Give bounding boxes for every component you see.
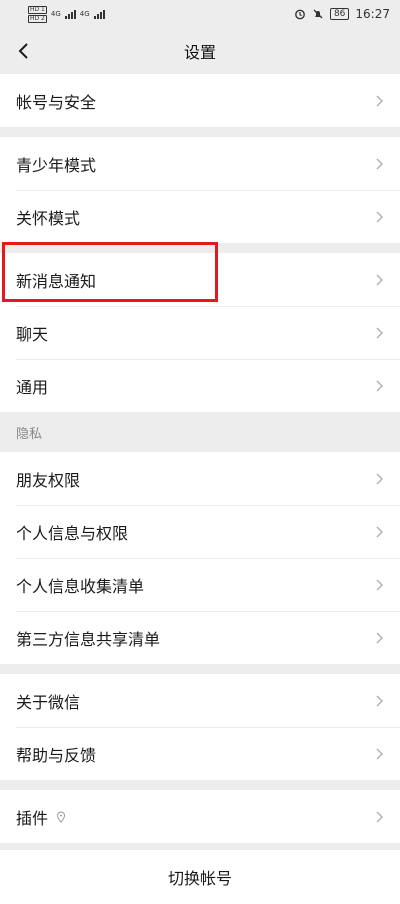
row-label: 第三方信息共享清单	[16, 629, 161, 649]
row-help-feedback[interactable]: 帮助与反馈	[0, 727, 400, 780]
location-pin-icon	[57, 811, 66, 823]
row-label: 个人信息收集清单	[16, 576, 145, 596]
about-group: 关于微信 帮助与反馈	[0, 674, 400, 780]
row-label: 插件	[16, 808, 49, 828]
row-label: 个人信息与权限	[16, 523, 129, 543]
nav-bar: 设置	[0, 28, 400, 74]
chevron-right-icon	[376, 472, 384, 485]
net1-label: 4G	[50, 10, 61, 18]
switch-account-button[interactable]: 切换帐号	[0, 850, 400, 904]
chevron-right-icon	[376, 157, 384, 170]
row-left: 插件	[16, 805, 66, 829]
row-label: 关怀模式	[16, 208, 81, 228]
sim-indicators: HD 1 HD 2	[28, 5, 47, 23]
chevron-right-icon	[376, 694, 384, 707]
status-bar: HD 1 HD 2 4G 4G 86 16:27	[0, 0, 400, 28]
alarm-icon	[295, 9, 305, 20]
row-label: 关于微信	[16, 692, 81, 712]
chevron-right-icon	[376, 326, 384, 339]
back-arrow-icon	[18, 43, 28, 59]
chevron-right-icon	[376, 578, 384, 591]
row-chat[interactable]: 聊天	[0, 306, 400, 359]
row-label: 青少年模式	[16, 155, 97, 175]
switch-account-label: 切换帐号	[167, 869, 232, 888]
row-friend-permissions[interactable]: 朋友权限	[0, 452, 400, 505]
chevron-right-icon	[376, 379, 384, 392]
row-personal-info-list[interactable]: 个人信息收集清单	[0, 558, 400, 611]
row-label: 聊天	[16, 324, 49, 344]
row-label: 帐号与安全	[16, 92, 97, 112]
row-label: 朋友权限	[16, 470, 81, 490]
net2-label: 4G	[79, 10, 90, 18]
row-care-mode[interactable]: 关怀模式	[0, 190, 400, 243]
account-group: 帐号与安全	[0, 74, 400, 127]
sim2-icon: HD 2	[28, 14, 47, 23]
signal2-icon	[93, 9, 105, 19]
row-account-security[interactable]: 帐号与安全	[0, 74, 400, 127]
row-teen-mode[interactable]: 青少年模式	[0, 137, 400, 190]
signal1-icon	[64, 9, 76, 19]
row-label: 帮助与反馈	[16, 745, 97, 765]
chevron-right-icon	[376, 810, 384, 823]
row-about-wechat[interactable]: 关于微信	[0, 674, 400, 727]
back-button[interactable]	[8, 36, 38, 66]
clock: 16:27	[355, 7, 390, 21]
chevron-right-icon	[376, 94, 384, 107]
page-title: 设置	[183, 43, 216, 62]
row-personal-info-permissions[interactable]: 个人信息与权限	[0, 505, 400, 558]
row-plugins[interactable]: 插件	[0, 790, 400, 843]
row-general[interactable]: 通用	[0, 359, 400, 412]
row-new-message-notification[interactable]: 新消息通知	[0, 253, 400, 306]
chevron-right-icon	[376, 631, 384, 644]
general-group: 新消息通知 聊天 通用	[0, 253, 400, 412]
status-left: HD 1 HD 2 4G 4G	[28, 5, 105, 23]
status-right: 86 16:27	[294, 7, 390, 21]
privacy-section-header: 隐私	[16, 426, 43, 442]
chevron-right-icon	[376, 273, 384, 286]
chevron-right-icon	[376, 525, 384, 538]
mode-group: 青少年模式 关怀模式	[0, 137, 400, 243]
chevron-right-icon	[376, 210, 384, 223]
chevron-right-icon	[376, 747, 384, 760]
privacy-group: 朋友权限 个人信息与权限 个人信息收集清单 第三方信息共享清单	[0, 452, 400, 664]
row-label: 新消息通知	[16, 271, 97, 291]
mute-bell-icon	[313, 9, 323, 19]
battery-icon: 86	[329, 8, 350, 20]
row-third-party-sharing-list[interactable]: 第三方信息共享清单	[0, 611, 400, 664]
row-label: 通用	[16, 377, 49, 397]
plugins-group: 插件	[0, 790, 400, 843]
sim1-icon: HD 1	[28, 5, 47, 14]
